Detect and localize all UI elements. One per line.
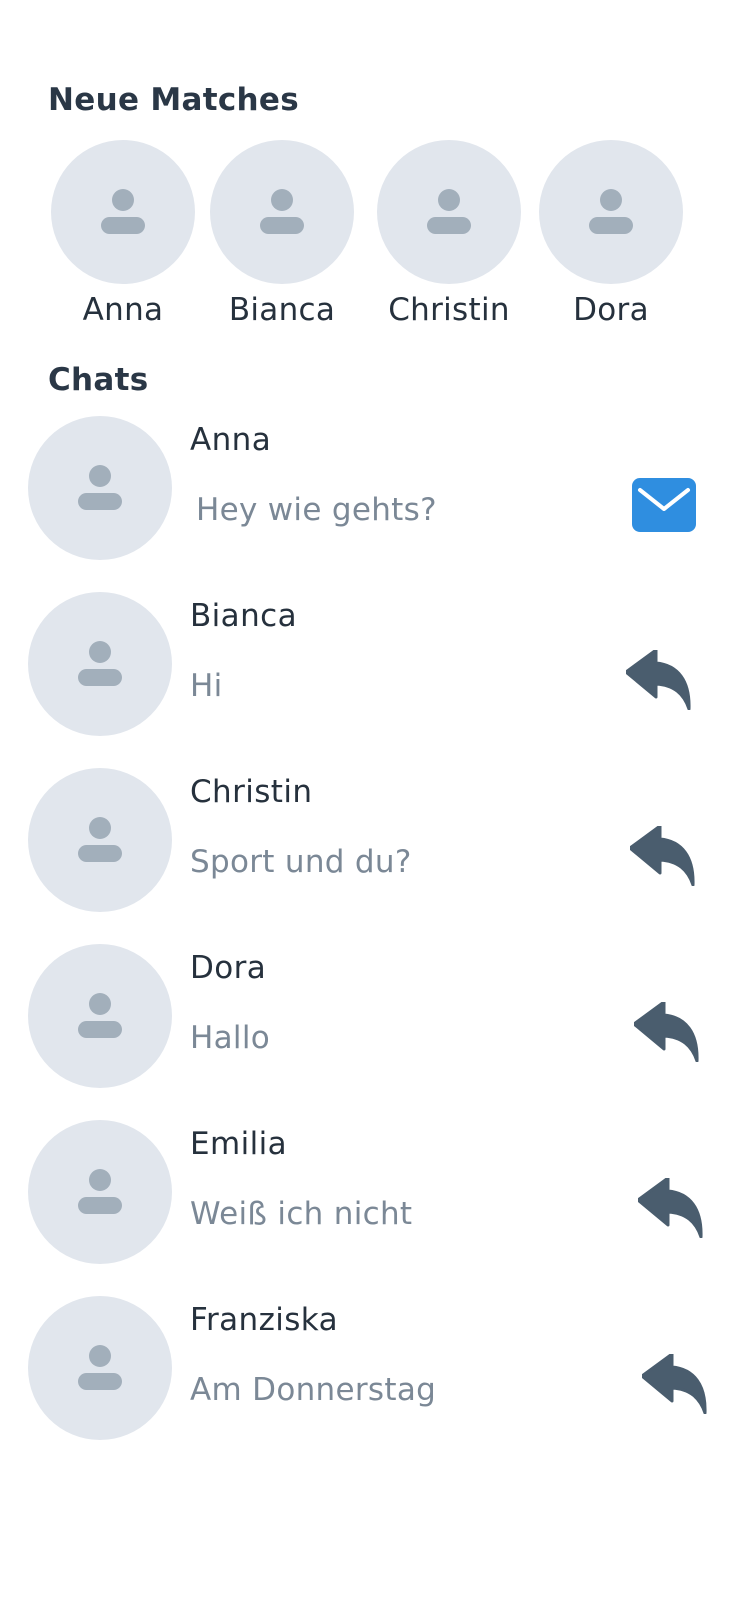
chat-item-christin[interactable]: Christin Sport und du? [0, 768, 752, 918]
person-icon [101, 189, 145, 234]
chat-name: Christin [190, 774, 313, 810]
reply-icon[interactable] [634, 1002, 700, 1062]
envelope-icon[interactable] [632, 478, 696, 532]
chats-title: Chats [48, 362, 149, 398]
avatar[interactable] [28, 1296, 172, 1440]
chat-name: Bianca [190, 598, 297, 634]
avatar[interactable] [28, 944, 172, 1088]
chat-name: Franziska [190, 1302, 339, 1338]
avatar[interactable] [539, 140, 683, 284]
chat-item-bianca[interactable]: Bianca Hi [0, 592, 752, 742]
person-icon [78, 465, 122, 510]
match-name: Anna [82, 292, 164, 328]
new-matches-list: Anna Bianca Christin Dora [0, 140, 752, 340]
person-icon [78, 1345, 122, 1390]
match-name: Christin [388, 292, 510, 328]
chat-last-message: Am Donnerstag [190, 1372, 437, 1408]
reply-icon[interactable] [626, 650, 692, 710]
match-item-bianca[interactable]: Bianca [207, 140, 357, 340]
person-icon [78, 641, 122, 686]
chat-item-emilia[interactable]: Emilia Weiß ich nicht [0, 1120, 752, 1270]
match-item-dora[interactable]: Dora [536, 140, 686, 340]
avatar[interactable] [28, 1120, 172, 1264]
match-name: Bianca [228, 292, 336, 328]
person-icon [78, 1169, 122, 1214]
reply-icon[interactable] [642, 1354, 708, 1414]
chat-item-franziska[interactable]: Franziska Am Donnerstag [0, 1296, 752, 1446]
person-icon [78, 817, 122, 862]
match-item-anna[interactable]: Anna [48, 140, 198, 340]
avatar[interactable] [28, 768, 172, 912]
avatar[interactable] [28, 592, 172, 736]
avatar[interactable] [377, 140, 521, 284]
person-icon [78, 993, 122, 1038]
chat-name: Anna [190, 422, 272, 458]
person-icon [260, 189, 304, 234]
chat-last-message: Weiß ich nicht [190, 1196, 413, 1232]
new-matches-title: Neue Matches [48, 82, 299, 118]
person-icon [427, 189, 471, 234]
chat-last-message: Hallo [190, 1020, 270, 1056]
chat-item-dora[interactable]: Dora Hallo [0, 944, 752, 1094]
chat-item-anna[interactable]: Anna Hey wie gehts? [0, 416, 752, 566]
match-name: Dora [573, 292, 649, 328]
person-icon [589, 189, 633, 234]
chat-last-message: Hey wie gehts? [196, 492, 437, 528]
reply-icon[interactable] [638, 1178, 704, 1238]
chat-last-message: Hi [190, 668, 223, 704]
avatar[interactable] [210, 140, 354, 284]
chat-last-message: Sport und du? [190, 844, 412, 880]
reply-icon[interactable] [630, 826, 696, 886]
chat-name: Dora [190, 950, 267, 986]
match-item-christin[interactable]: Christin [374, 140, 524, 340]
avatar[interactable] [51, 140, 195, 284]
avatar[interactable] [28, 416, 172, 560]
chat-name: Emilia [190, 1126, 288, 1162]
